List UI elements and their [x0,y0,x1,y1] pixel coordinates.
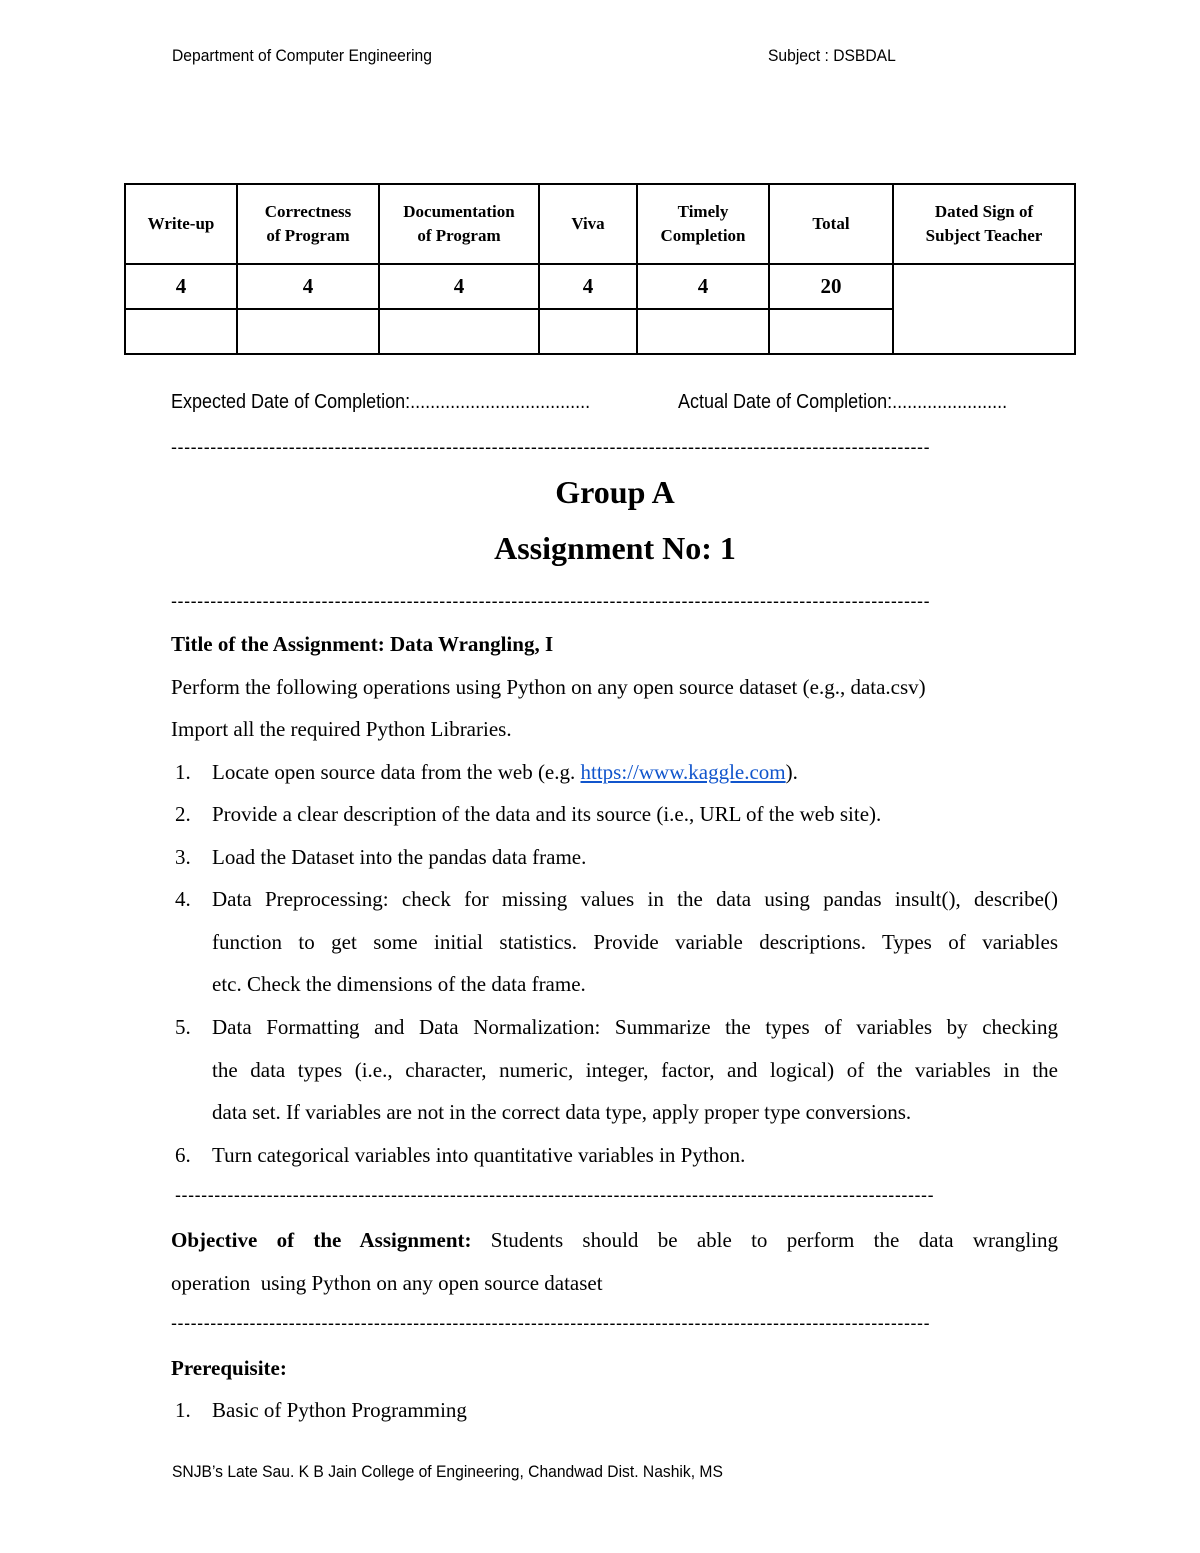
actual-date: Actual Date of Completion:..............… [678,391,1008,413]
obtained-correctness [236,308,380,355]
kaggle-link[interactable]: https://www.kaggle.com [581,760,786,784]
task-number: 6. [175,1143,191,1167]
assignment-number: Assignment No: 1 [494,530,736,566]
task-item: Provide a clear description of the data … [212,802,882,826]
task-item-line: function to get some initial statistics.… [212,930,1058,954]
prerequisite-item: Basic of Python Programming [212,1398,467,1422]
task-item: Load the Dataset into the pandas data fr… [212,845,587,869]
header-subject: Subject : DSBDAL [768,46,896,65]
max-correctness: 4 [236,263,380,310]
intro-line: Perform the following operations using P… [171,675,926,699]
prerequisite-number: 1. [175,1398,191,1422]
header-department: Department of Computer Engineering [172,46,432,65]
max-timely: 4 [636,263,770,310]
expected-date: Expected Date of Completion:............… [171,391,591,413]
task-item: Turn categorical variables into quantita… [212,1143,746,1167]
objective-line: operation using Python on any open sourc… [171,1271,603,1295]
max-marks-row: 4 4 4 4 4 20 [124,263,1076,355]
task-item-line: Data Preprocessing: check for missing va… [212,887,1058,911]
task-item: Locate open source data from the web (e.… [212,760,798,784]
assignment-title: Title of the Assignment: Data Wrangling,… [171,632,554,656]
obtained-documentation [378,308,540,355]
task-number: 1. [175,760,191,784]
group-heading: Group A [555,474,675,510]
header-documentation: Documentation of Program [378,183,540,265]
divider: ----------------------------------------… [171,1313,931,1333]
obtained-timely [636,308,770,355]
max-total: 20 [768,263,894,310]
task-item-line: data set. If variables are not in the co… [212,1100,912,1124]
divider: ----------------------------------------… [171,591,931,611]
objective-label: Objective of the Assignment: [171,1228,472,1252]
task-number: 4. [175,887,191,911]
task-number: 2. [175,802,191,826]
task-item-line: Data Formatting and Data Normalization: … [212,1015,1058,1039]
obtained-viva [538,308,638,355]
marks-header-row: Write-up Correctness of Program Documenta… [124,183,1076,265]
max-write-up: 4 [124,263,238,310]
prerequisite-heading: Prerequisite: [171,1356,287,1380]
footer-college: SNJB’s Late Sau. K B Jain College of Eng… [172,1462,723,1481]
task-item-line: etc. Check the dimensions of the data fr… [212,972,586,996]
header-timely-completion: Timely Completion [636,183,770,265]
intro-line: Import all the required Python Libraries… [171,717,512,741]
task-item-line: the data types (i.e., character, numeric… [212,1058,1058,1082]
header-dated-sign: Dated Sign of Subject Teacher [892,183,1076,265]
task-number: 3. [175,845,191,869]
obtained-write-up [124,308,238,355]
sign-cell [892,263,1076,355]
header-total: Total [768,183,894,265]
header-correctness: Correctness of Program [236,183,380,265]
divider: ----------------------------------------… [171,437,931,457]
divider: ----------------------------------------… [175,1185,935,1205]
max-viva: 4 [538,263,638,310]
header-write-up: Write-up [124,183,238,265]
obtained-total [768,308,894,355]
header-viva: Viva [538,183,638,265]
marks-table: Write-up Correctness of Program Documenta… [124,183,1076,355]
max-documentation: 4 [378,263,540,310]
objective-line: Objective of the Assignment: Students sh… [171,1228,1058,1252]
task-number: 5. [175,1015,191,1039]
